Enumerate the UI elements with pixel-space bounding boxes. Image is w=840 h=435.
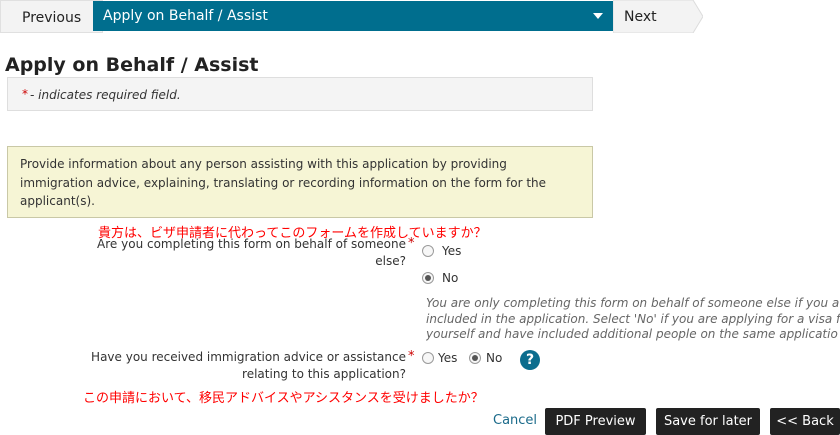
question2-no-radio[interactable] — [469, 352, 481, 364]
question1-label-line2: else? — [375, 254, 406, 268]
question2-yes-label: Yes — [438, 351, 458, 365]
question2-label-line2: relating to this application? — [242, 367, 406, 381]
back-button[interactable]: << Back — [770, 408, 840, 435]
question2-japanese-annotation: この申請において、移民アドバイスやアシスタンスを受けましたか？ — [83, 391, 484, 406]
question1-yes-label: Yes — [442, 244, 462, 258]
question2-label: Have you received immigration advice or … — [60, 349, 406, 383]
help-line: You are only completing this form on beh… — [426, 296, 840, 310]
page-title: Apply on Behalf / Assist — [5, 54, 259, 76]
question1-no-label: No — [442, 271, 459, 285]
previous-label: Previous — [22, 10, 82, 26]
chevron-down-icon — [593, 13, 603, 19]
required-field-note: * - indicates required field. — [7, 77, 593, 111]
top-navigation: Previous Apply on Behalf / Assist Next — [0, 0, 840, 33]
pdf-preview-button[interactable]: PDF Preview — [545, 408, 646, 435]
cancel-link[interactable]: Cancel — [493, 413, 537, 428]
save-for-later-button[interactable]: Save for later — [656, 408, 760, 435]
info-panel: Provide information about any person ass… — [7, 146, 593, 218]
next-label: Next — [624, 9, 657, 25]
previous-button[interactable]: Previous — [0, 0, 103, 33]
question2-no-label: No — [486, 351, 503, 365]
question1-required-star: * — [408, 236, 415, 251]
required-star: * — [22, 87, 28, 101]
question2-yes-radio[interactable] — [422, 352, 434, 364]
help-line: included in the application. Select 'No'… — [426, 311, 840, 326]
required-note-text: - indicates required field. — [30, 88, 181, 102]
question1-yes-radio[interactable] — [422, 245, 434, 257]
question1-label-line1: Are you completing this form on behalf o… — [97, 237, 406, 251]
current-page-label: Apply on Behalf / Assist — [103, 8, 268, 24]
info-text: Provide information about any person ass… — [20, 157, 547, 208]
help-line: yourself and have included additional pe… — [426, 327, 838, 341]
help-icon[interactable]: ? — [520, 350, 540, 370]
question1-help-text: You are only completing this form on beh… — [426, 296, 840, 343]
question2-label-line1: Have you received immigration advice or … — [91, 350, 406, 364]
question1-label: Are you completing this form on behalf o… — [60, 236, 406, 270]
question2-required-star: * — [408, 349, 415, 364]
next-button[interactable]: Next — [613, 0, 703, 33]
page-select-dropdown[interactable]: Apply on Behalf / Assist — [93, 1, 613, 31]
question1-no-radio[interactable] — [422, 272, 434, 284]
